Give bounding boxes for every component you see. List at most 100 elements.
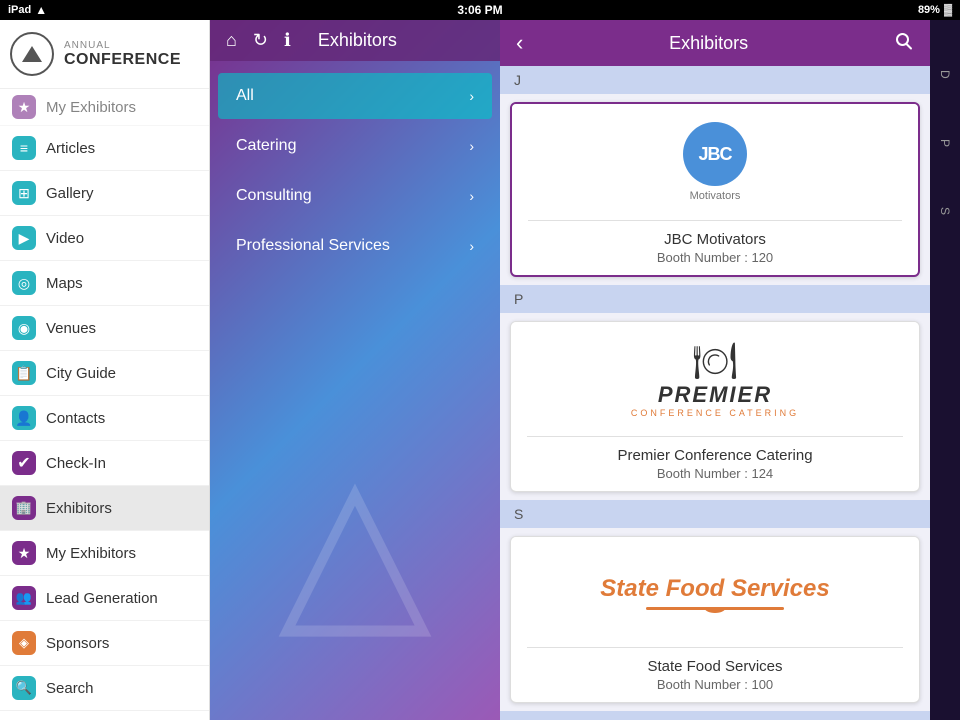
state-food-underline — [646, 607, 784, 610]
logo-text: ANNUAL CONFERENCE — [64, 40, 181, 69]
state-food-logo-area: State Food Services — [511, 537, 919, 647]
state-food-card-info: State Food Services Booth Number : 100 — [511, 648, 919, 702]
category-list: All › Catering › Consulting › Profession… — [210, 61, 500, 281]
logo-conference: CONFERENCE — [64, 51, 181, 69]
jbc-name: JBC Motivators — [528, 231, 902, 248]
right-panel: ‹ Exhibitors J JBC Motivators JBC Motiva… — [500, 20, 930, 720]
sidebar-item-articles[interactable]: ≡ Articles — [0, 126, 209, 171]
sidebar-label-my-exhibitors-top: My Exhibitors — [46, 99, 136, 116]
exhibitors-icon: 🏢 — [12, 496, 36, 520]
category-catering[interactable]: Catering › — [218, 123, 492, 169]
sidebar-label-search: Search — [46, 680, 94, 697]
bg-logo-icon: △ — [278, 427, 432, 660]
sidebar-label-city-guide: City Guide — [46, 365, 116, 382]
sidebar-label-gallery: Gallery — [46, 185, 94, 202]
sponsors-icon: ◈ — [12, 631, 36, 655]
search-nav-icon: 🔍 — [12, 676, 36, 700]
category-professional-services[interactable]: Professional Services › — [218, 223, 492, 269]
app-container: ANNUAL CONFERENCE ★ My Exhibitors ≡ Arti… — [0, 20, 960, 720]
logo-annual: ANNUAL — [64, 40, 181, 51]
premier-name: Premier Conference Catering — [527, 447, 903, 464]
sidebar-label-check-in: Check-In — [46, 455, 106, 472]
venues-icon: ◉ — [12, 316, 36, 340]
wifi-icon: ▲ — [35, 3, 47, 17]
my-exhibitors-icon: ★ — [12, 541, 36, 565]
sidebar-item-search[interactable]: 🔍 Search — [0, 666, 209, 711]
middle-panel: △ ⌂ ↻ ℹ Exhibitors All › Catering › Cons… — [210, 20, 500, 720]
jbc-booth: Booth Number : 120 — [528, 250, 902, 265]
category-consulting-label: Consulting — [236, 187, 312, 205]
sidebar-item-check-in[interactable]: ✔ Check-In — [0, 441, 209, 486]
jbc-sub-text: Motivators — [690, 190, 741, 202]
category-all-chevron: › — [469, 88, 474, 104]
home-icon[interactable]: ⌂ — [226, 30, 237, 51]
sidebar-header: ANNUAL CONFERENCE — [0, 20, 209, 89]
sidebar-item-exhibitors[interactable]: 🏢 Exhibitors — [0, 486, 209, 531]
right-search-icon[interactable] — [894, 31, 914, 56]
premier-booth: Booth Number : 124 — [527, 466, 903, 481]
section-header-j: J — [500, 66, 930, 94]
my-exhibitors-top-icon: ★ — [12, 95, 36, 119]
category-all[interactable]: All › — [218, 73, 492, 119]
premier-sub-text: CONFERENCE CATERING — [631, 408, 799, 418]
jbc-logo: JBC — [683, 122, 747, 186]
sidebar: ANNUAL CONFERENCE ★ My Exhibitors ≡ Arti… — [0, 20, 210, 720]
sidebar-item-venues[interactable]: ◉ Venues — [0, 306, 209, 351]
contacts-icon: 👤 — [12, 406, 36, 430]
premier-text: PREMIER — [658, 382, 772, 408]
status-bar: iPad ▲ 3:06 PM 89% ▓ — [0, 0, 960, 20]
right-panel-title: Exhibitors — [535, 33, 882, 54]
category-catering-chevron: › — [469, 138, 474, 154]
sidebar-item-my-exhibitors[interactable]: ★ My Exhibitors — [0, 531, 209, 576]
middle-header: ⌂ ↻ ℹ Exhibitors — [210, 20, 500, 61]
sidebar-item-gallery[interactable]: ⊞ Gallery — [0, 171, 209, 216]
sidebar-label-my-exhibitors: My Exhibitors — [46, 545, 136, 562]
sidebar-item-maps[interactable]: ◎ Maps — [0, 261, 209, 306]
sidebar-item-lead-generation[interactable]: 👥 Lead Generation — [0, 576, 209, 621]
carrier-label: iPad — [8, 4, 31, 16]
sidebar-label-exhibitors: Exhibitors — [46, 500, 112, 517]
side-letter-p: P — [938, 139, 952, 147]
state-food-booth: Booth Number : 100 — [527, 677, 903, 692]
middle-panel-title: Exhibitors — [291, 30, 424, 51]
refresh-icon[interactable]: ↻ — [253, 30, 268, 51]
category-consulting[interactable]: Consulting › — [218, 173, 492, 219]
category-catering-label: Catering — [236, 137, 296, 155]
back-button[interactable]: ‹ — [516, 30, 523, 56]
sidebar-item-sponsors[interactable]: ◈ Sponsors — [0, 621, 209, 666]
maps-icon: ◎ — [12, 271, 36, 295]
sidebar-label-contacts: Contacts — [46, 410, 105, 427]
status-bar-right: 89% ▓ — [918, 4, 952, 16]
category-professional-services-chevron: › — [469, 238, 474, 254]
section-header-p: P — [500, 285, 930, 313]
video-icon: ▶ — [12, 226, 36, 250]
section-header-s: S — [500, 500, 930, 528]
sidebar-label-articles: Articles — [46, 140, 95, 157]
sidebar-item-city-guide[interactable]: 📋 City Guide — [0, 351, 209, 396]
sidebar-label-venues: Venues — [46, 320, 96, 337]
info-icon[interactable]: ℹ — [284, 30, 291, 51]
check-in-icon: ✔ — [12, 451, 36, 475]
lead-generation-icon: 👥 — [12, 586, 36, 610]
state-food-name: State Food Services — [527, 658, 903, 675]
jbc-card-info: JBC Motivators Booth Number : 120 — [512, 221, 918, 275]
battery-icon: ▓ — [944, 4, 952, 16]
section-header-t: T — [500, 711, 930, 720]
exhibitor-card-jbc[interactable]: JBC Motivators JBC Motivators Booth Numb… — [510, 102, 920, 277]
category-all-label: All — [236, 87, 254, 105]
category-professional-services-label: Professional Services — [236, 237, 390, 255]
side-letter-d: D — [938, 70, 952, 79]
sidebar-label-maps: Maps — [46, 275, 83, 292]
exhibitor-card-state-food[interactable]: State Food Services State Food Services … — [510, 536, 920, 703]
exhibitor-card-premier[interactable]: 🍽 PREMIER CONFERENCE CATERING Premier Co… — [510, 321, 920, 492]
logo-triangle-icon — [22, 46, 42, 62]
jbc-logo-area: JBC Motivators — [512, 104, 918, 220]
sidebar-item-my-exhibitors-top[interactable]: ★ My Exhibitors — [0, 89, 209, 126]
battery-label: 89% — [918, 4, 940, 16]
right-header: ‹ Exhibitors — [500, 20, 930, 66]
logo-circle — [10, 32, 54, 76]
sidebar-item-support-request[interactable]: 💬 Support Request — [0, 711, 209, 720]
sidebar-item-contacts[interactable]: 👤 Contacts — [0, 396, 209, 441]
sidebar-item-video[interactable]: ▶ Video — [0, 216, 209, 261]
premier-logo-area: 🍽 PREMIER CONFERENCE CATERING — [511, 322, 919, 436]
